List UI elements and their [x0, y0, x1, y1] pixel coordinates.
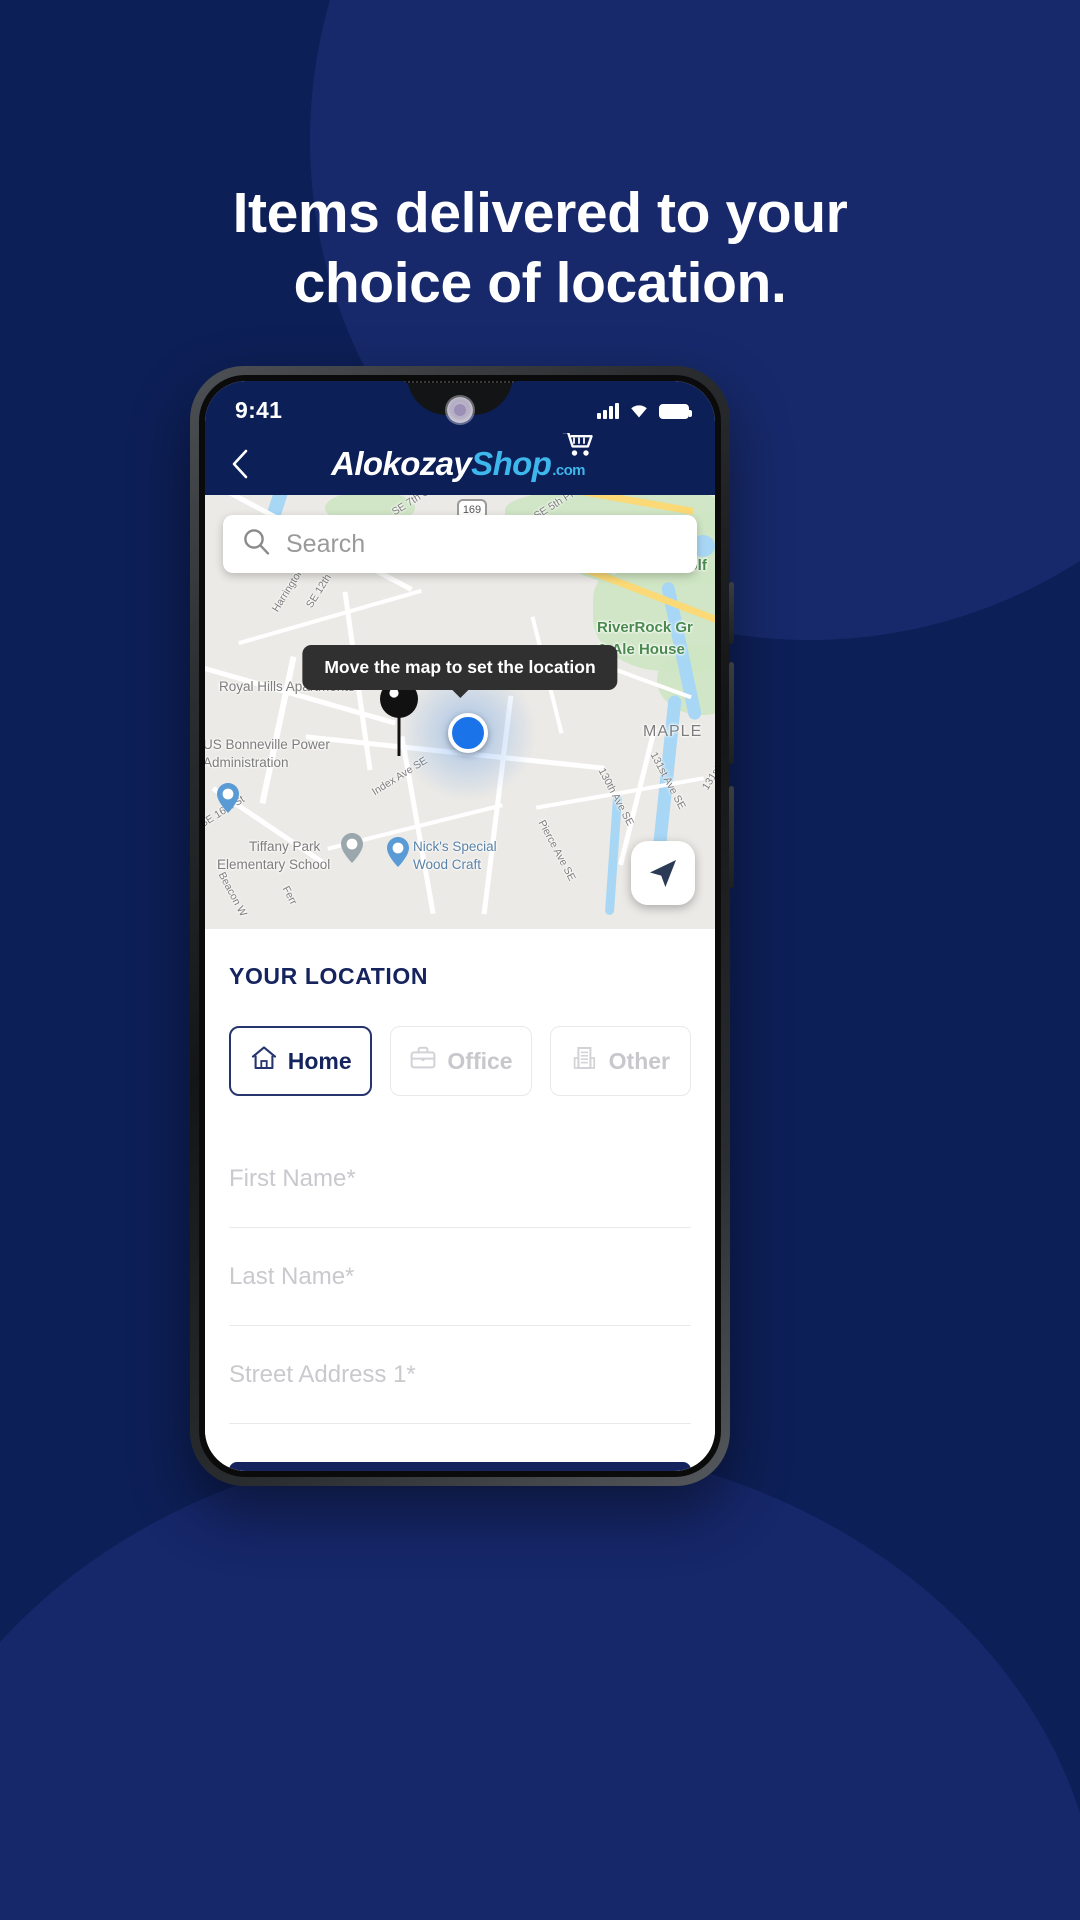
shopping-cart-icon: [561, 429, 595, 467]
route-shield-label: 169: [462, 503, 482, 516]
status-bar-time: 9:41: [235, 396, 283, 423]
location-type-home[interactable]: Home: [229, 1026, 373, 1096]
map-label: 131st St: [699, 753, 715, 793]
map-label: Administration: [205, 755, 289, 770]
wifi-icon: [628, 402, 650, 419]
location-pin-icon[interactable]: [379, 680, 419, 763]
phone-side-button-volume-down: [729, 786, 734, 888]
search-placeholder: Search: [286, 529, 366, 558]
map-label: Tiffany Park: [249, 839, 321, 854]
phone-screen: 9:41 Alokozay Shop .com SE 7th St SE 5th…: [205, 381, 715, 1471]
map-poi-pin-icon[interactable]: [341, 833, 363, 868]
briefcase-icon: [409, 1044, 437, 1078]
app-bar: Alokozay Shop .com: [205, 430, 715, 495]
first-name-field[interactable]: First Name*: [229, 1130, 691, 1228]
map-label: US Bonneville Power: [205, 737, 330, 752]
status-bar-icons: [597, 402, 692, 419]
add-address-button[interactable]: ADD ADDRESS: [229, 1462, 691, 1471]
app-logo: Alokozay Shop .com: [331, 430, 593, 483]
location-form-sheet: YOUR LOCATION Home Office Other First Na…: [205, 929, 715, 1471]
building-icon: [571, 1044, 599, 1078]
current-location-dot: [448, 713, 488, 753]
address-form: First Name* Last Name* Street Address 1*…: [229, 1130, 691, 1471]
location-type-office[interactable]: Office: [390, 1026, 532, 1096]
location-type-office-label: Office: [447, 1047, 513, 1074]
logo-text-alokozay: Alokozay: [331, 445, 472, 482]
chevron-left-icon: [232, 449, 248, 479]
battery-icon: [659, 403, 692, 419]
map-view[interactable]: SE 7th St SE 5th Pl Maplewood Golf River…: [205, 495, 715, 929]
location-type-home-label: Home: [287, 1047, 352, 1074]
phone-mockup: 9:41 Alokozay Shop .com SE 7th St SE 5th…: [190, 366, 734, 1486]
page-headline: Items delivered to your choice of locati…: [0, 178, 1080, 318]
phone-inner-bezel: 9:41 Alokozay Shop .com SE 7th St SE 5th…: [199, 375, 721, 1477]
navigation-arrow-icon: [650, 860, 676, 887]
map-label: Beacon W: [215, 870, 250, 919]
map-label: MAPLE: [643, 723, 703, 740]
location-type-other-label: Other: [608, 1047, 670, 1074]
location-type-other[interactable]: Other: [549, 1026, 691, 1096]
earpiece-speaker: [404, 381, 516, 383]
map-road: [238, 588, 422, 646]
last-name-placeholder: Last Name*: [229, 1262, 355, 1290]
map-label: Elementary School: [217, 857, 331, 872]
phone-side-button-power: [729, 582, 734, 644]
headline-line-2: choice of location.: [293, 251, 787, 316]
search-input[interactable]: Search: [223, 515, 697, 573]
street-address-placeholder: Street Address 1*: [229, 1360, 416, 1388]
map-poi-pin-icon[interactable]: [387, 837, 409, 872]
map-poi-pin-icon[interactable]: [217, 783, 239, 818]
front-camera-icon: [447, 397, 473, 423]
logo-text-shop: Shop: [471, 445, 552, 482]
first-name-placeholder: First Name*: [229, 1164, 356, 1192]
page-title: YOUR LOCATION: [229, 963, 429, 989]
last-name-field[interactable]: Last Name*: [229, 1228, 691, 1326]
street-address-field[interactable]: Street Address 1*: [229, 1326, 691, 1424]
decorative-circle-bottom: [0, 1440, 1080, 1920]
map-label: Nick's Special: [413, 839, 497, 854]
map-label: Pierce Ave SE: [535, 818, 578, 883]
home-icon: [250, 1044, 278, 1078]
map-label: RiverRock Gr: [597, 619, 693, 636]
location-type-selector: Home Office Other: [229, 1026, 691, 1096]
map-label: Wood Craft: [413, 857, 482, 872]
phone-side-button-volume-up: [729, 662, 734, 764]
map-label: Ferr: [279, 884, 300, 907]
signal-icon: [597, 402, 619, 419]
search-icon: [243, 528, 270, 560]
back-button[interactable]: [223, 447, 257, 481]
map-tooltip: Move the map to set the location: [302, 645, 618, 698]
headline-line-1: Items delivered to your: [232, 181, 848, 245]
locate-me-button[interactable]: [631, 841, 695, 905]
